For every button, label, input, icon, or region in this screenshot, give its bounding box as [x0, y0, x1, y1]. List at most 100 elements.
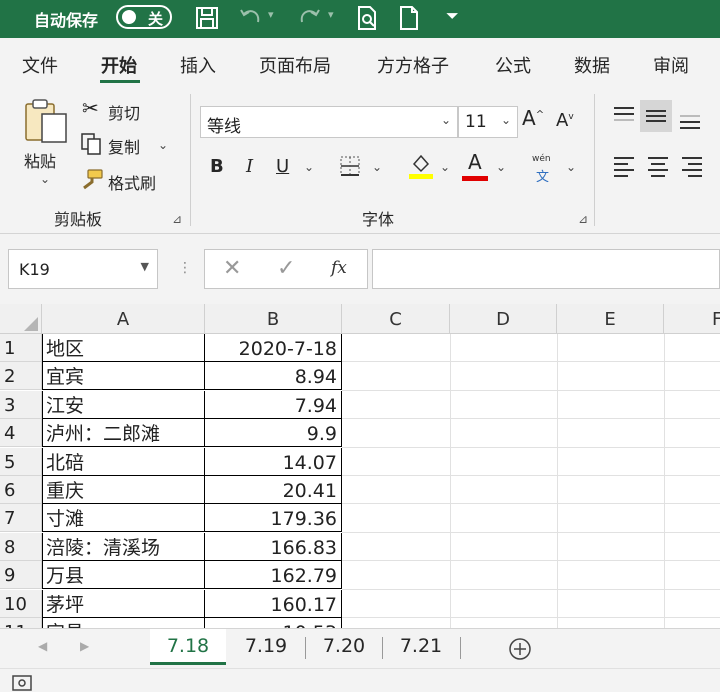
- cell-region[interactable]: 江安: [42, 390, 205, 419]
- italic-button[interactable]: I: [246, 156, 253, 177]
- tab-fangfang[interactable]: 方方格子: [377, 52, 449, 78]
- save-icon[interactable]: [194, 4, 220, 32]
- bold-button[interactable]: B: [210, 156, 224, 177]
- fill-color-dropdown-icon[interactable]: ⌄: [440, 160, 450, 174]
- underline-dropdown-icon[interactable]: ⌄: [304, 160, 314, 174]
- cell-region[interactable]: 涪陵：清溪场: [42, 532, 205, 561]
- cell-value[interactable]: 14.07: [205, 447, 342, 476]
- cell-region[interactable]: 泸州：二郎滩: [42, 419, 205, 448]
- copy-dropdown-icon[interactable]: ⌄: [158, 138, 168, 152]
- row-header[interactable]: 11: [0, 618, 42, 628]
- font-launcher-icon[interactable]: ⊿: [578, 212, 588, 226]
- formula-bar-splitter-icon[interactable]: ⋮: [178, 260, 192, 276]
- row-header[interactable]: 7: [0, 504, 42, 533]
- align-left-icon[interactable]: [612, 154, 636, 178]
- macro-record-icon[interactable]: [12, 675, 32, 691]
- font-size-dropdown-icon[interactable]: ⌄: [501, 113, 511, 127]
- decrease-font-size-icon[interactable]: Av: [556, 110, 574, 131]
- column-header-f[interactable]: F: [664, 304, 720, 334]
- copy-label[interactable]: 复制: [108, 134, 140, 158]
- font-color-button[interactable]: A: [468, 150, 482, 174]
- paste-icon[interactable]: [22, 98, 70, 144]
- sheet-tab-7-20[interactable]: 7.20: [306, 629, 382, 665]
- row-header[interactable]: 6: [0, 476, 42, 504]
- sheet-tab-7-19[interactable]: 7.19: [228, 629, 304, 665]
- redo-icon[interactable]: [296, 4, 322, 32]
- row-header[interactable]: 2: [0, 362, 42, 391]
- row-header[interactable]: 8: [0, 532, 42, 561]
- cell-value[interactable]: 7.94: [205, 390, 342, 419]
- row-header[interactable]: 10: [0, 589, 42, 618]
- column-header-a[interactable]: A: [42, 304, 205, 334]
- customize-toolbar-icon[interactable]: ⏷: [446, 6, 459, 26]
- cell-value[interactable]: 2020-7-18: [205, 334, 342, 362]
- paste-dropdown-icon[interactable]: ⌄: [40, 172, 50, 186]
- row-header[interactable]: 4: [0, 419, 42, 448]
- redo-dropdown-icon[interactable]: ▾: [328, 8, 334, 21]
- sheet-tab-7-18[interactable]: 7.18: [150, 629, 226, 665]
- cell-value[interactable]: 160.17: [205, 589, 342, 618]
- print-preview-icon[interactable]: [354, 4, 380, 32]
- row-header[interactable]: 3: [0, 390, 42, 419]
- cell-value[interactable]: 166.83: [205, 532, 342, 561]
- undo-icon[interactable]: [238, 4, 264, 32]
- font-name-select[interactable]: 等线 ⌄: [200, 106, 458, 138]
- name-box-dropdown-icon[interactable]: ▼: [141, 260, 149, 273]
- scroll-right-icon[interactable]: ▶: [80, 639, 89, 653]
- cell-region[interactable]: 茅坪: [42, 589, 205, 618]
- tab-data[interactable]: 数据: [574, 52, 610, 78]
- align-middle-button[interactable]: [640, 100, 672, 132]
- borders-dropdown-icon[interactable]: ⌄: [372, 160, 382, 174]
- font-color-dropdown-icon[interactable]: ⌄: [496, 160, 506, 174]
- formula-input[interactable]: [372, 249, 720, 289]
- cancel-icon[interactable]: ✕: [223, 256, 241, 281]
- cell-value[interactable]: 162.79: [205, 561, 342, 590]
- cell-region[interactable]: 北碚: [42, 447, 205, 476]
- add-sheet-icon[interactable]: [508, 637, 532, 661]
- column-header-b[interactable]: B: [205, 304, 342, 334]
- insert-function-button[interactable]: fx: [331, 258, 347, 278]
- row-header[interactable]: 9: [0, 561, 42, 590]
- select-all-corner[interactable]: [0, 304, 42, 334]
- fill-color-icon[interactable]: [408, 152, 434, 180]
- cell-value[interactable]: 8.94: [205, 362, 342, 391]
- font-name-dropdown-icon[interactable]: ⌄: [441, 113, 451, 127]
- phonetic-dropdown-icon[interactable]: ⌄: [566, 160, 576, 174]
- increase-font-size-icon[interactable]: A^: [522, 106, 544, 130]
- align-bottom-icon[interactable]: [678, 108, 702, 132]
- cell-value[interactable]: 9.9: [205, 419, 342, 448]
- cell-region[interactable]: 宜宾: [42, 362, 205, 391]
- phonetic-guide-icon[interactable]: 文: [536, 166, 549, 185]
- paste-label[interactable]: 粘贴: [24, 148, 56, 172]
- column-header-c[interactable]: C: [342, 304, 450, 334]
- cell-region[interactable]: 地区: [42, 334, 205, 362]
- tab-review[interactable]: 审阅: [653, 52, 689, 78]
- tab-page-layout[interactable]: 页面布局: [259, 52, 331, 78]
- cell-value[interactable]: 179.36: [205, 504, 342, 533]
- new-document-icon[interactable]: [396, 4, 422, 32]
- tab-home[interactable]: 开始: [101, 52, 137, 78]
- name-box[interactable]: K19 ▼: [8, 249, 158, 289]
- format-painter-label[interactable]: 格式刷: [108, 170, 156, 194]
- align-right-icon[interactable]: [680, 154, 704, 178]
- enter-icon[interactable]: ✓: [277, 256, 295, 281]
- cell-value[interactable]: 20.41: [205, 476, 342, 504]
- row-header[interactable]: 5: [0, 447, 42, 476]
- format-painter-icon[interactable]: [80, 168, 104, 192]
- cell-region[interactable]: 万县: [42, 561, 205, 590]
- cell-region[interactable]: 重庆: [42, 476, 205, 504]
- align-top-icon[interactable]: [612, 104, 636, 128]
- tab-file[interactable]: 文件: [22, 52, 58, 78]
- font-size-select[interactable]: 11 ⌄: [458, 106, 518, 138]
- column-header-d[interactable]: D: [450, 304, 557, 334]
- cell-value[interactable]: 10.53: [205, 618, 342, 628]
- clipboard-launcher-icon[interactable]: ⊿: [172, 212, 182, 226]
- cut-icon[interactable]: ✂: [82, 96, 99, 120]
- underline-button[interactable]: U: [276, 156, 289, 177]
- cell-region[interactable]: 寸滩: [42, 504, 205, 533]
- align-center-icon[interactable]: [646, 154, 670, 178]
- undo-dropdown-icon[interactable]: ▾: [268, 8, 274, 21]
- column-header-e[interactable]: E: [557, 304, 664, 334]
- tab-insert[interactable]: 插入: [180, 52, 216, 78]
- copy-icon[interactable]: [80, 132, 104, 156]
